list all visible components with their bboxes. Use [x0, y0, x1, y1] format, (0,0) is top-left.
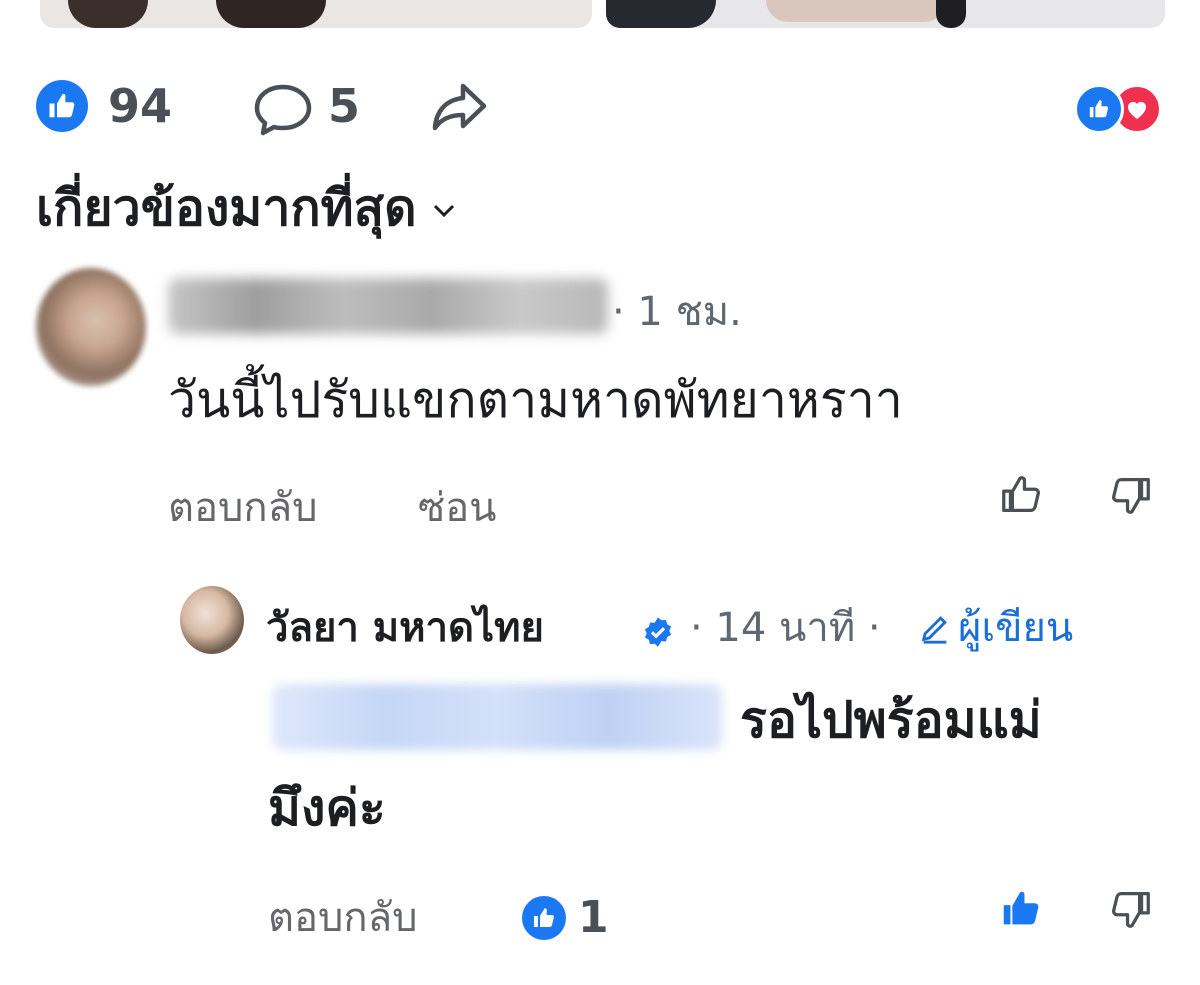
comment-text: รอไปพร้อมแม่: [740, 691, 1042, 749]
post-image-strip[interactable]: [40, 0, 1165, 28]
thumbs-up-icon[interactable]: [998, 472, 1044, 522]
post-reactions-bar: 94 5: [36, 76, 1166, 136]
share-icon[interactable]: [430, 80, 488, 138]
like-icon[interactable]: [36, 80, 88, 132]
comment-time[interactable]: · 14 นาที ·: [690, 600, 881, 656]
avatar[interactable]: [36, 268, 146, 386]
pencil-icon: [921, 616, 947, 644]
reply-button[interactable]: ตอบกลับ: [168, 478, 318, 538]
comment-icon[interactable]: [252, 82, 314, 140]
avatar[interactable]: [180, 586, 244, 654]
like-icon: [1074, 84, 1124, 134]
thumbs-up-icon[interactable]: [998, 886, 1044, 936]
reaction-summary[interactable]: [1074, 84, 1166, 134]
commenter-name[interactable]: วัลยา มหาดไทย: [266, 600, 544, 656]
sort-label: เกี่ยวข้องมากที่สุด: [36, 179, 417, 237]
comment-text-continued: มึงค่ะ: [268, 779, 386, 837]
post-photo-left[interactable]: [40, 0, 592, 28]
commenter-name-blurred[interactable]: [168, 278, 608, 334]
verified-icon: [642, 616, 674, 652]
thumbs-down-icon[interactable]: [1108, 472, 1154, 522]
comment-time[interactable]: · 1 ชม.: [612, 286, 742, 338]
thumbs-down-icon[interactable]: [1108, 886, 1154, 936]
like-count[interactable]: 94: [108, 78, 172, 134]
reply-button[interactable]: ตอบกลับ: [268, 888, 418, 948]
mention-tag-blurred[interactable]: [272, 684, 722, 750]
author-badge-label: ผู้เขียน: [958, 605, 1074, 651]
comment-sort-selector[interactable]: เกี่ยวข้องมากที่สุด: [36, 176, 455, 240]
comment-count[interactable]: 5: [328, 78, 360, 134]
chevron-down-icon: [433, 204, 454, 218]
hide-button[interactable]: ซ่อน: [418, 478, 497, 538]
comment-like-count[interactable]: 1: [578, 888, 609, 948]
comment-text: วันนี้ไปรับแขกตามหาดพัทยาหราา: [168, 371, 903, 429]
like-icon[interactable]: [522, 896, 566, 940]
author-badge: ผู้เขียน: [918, 600, 1073, 656]
post-photo-right[interactable]: [606, 0, 1165, 28]
